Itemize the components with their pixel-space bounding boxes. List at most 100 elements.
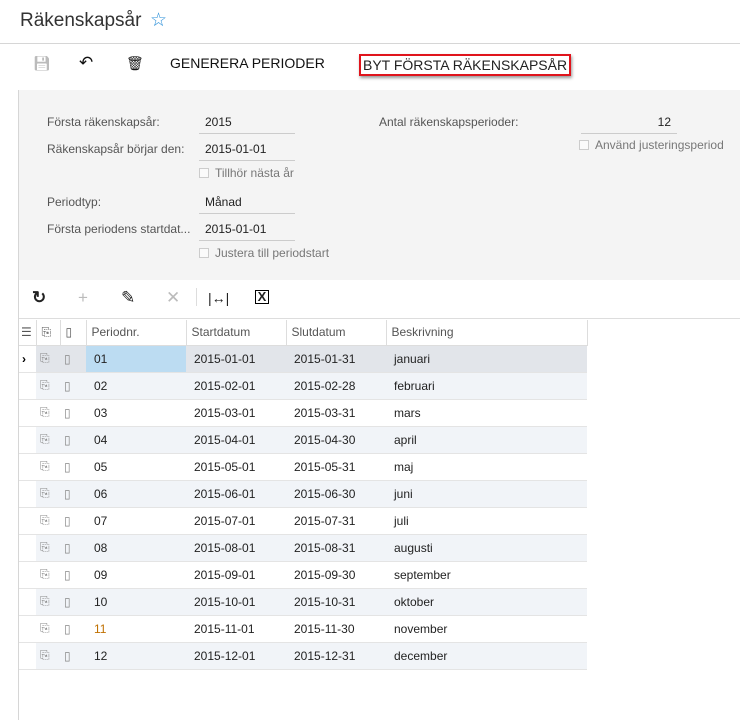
cell-periodnr[interactable]: 02 — [86, 372, 186, 400]
cell-periodnr[interactable]: 01 — [86, 345, 186, 373]
table-row[interactable]: ⎘ ▯ 10 2015-10-01 2015-10-31 oktober — [19, 588, 587, 616]
row-selector[interactable] — [19, 642, 36, 670]
cell-slutdatum[interactable]: 2015-12-31 — [286, 642, 386, 670]
cell-startdatum[interactable]: 2015-12-01 — [186, 642, 286, 670]
note-icon[interactable]: ▯ — [60, 615, 86, 643]
table-row[interactable]: ⎘ ▯ 03 2015-03-01 2015-03-31 mars — [19, 399, 587, 427]
cell-periodnr[interactable]: 07 — [86, 507, 186, 535]
attachment-icon[interactable]: ⎘ — [36, 507, 60, 535]
cell-periodnr[interactable]: 08 — [86, 534, 186, 562]
cell-beskrivning[interactable]: september — [386, 561, 587, 589]
cell-beskrivning[interactable]: december — [386, 642, 587, 670]
cell-beskrivning[interactable]: maj — [386, 453, 587, 481]
row-selector[interactable] — [19, 453, 36, 481]
table-row[interactable]: ⎘ ▯ 06 2015-06-01 2015-06-30 juni — [19, 480, 587, 508]
note-icon[interactable]: ▯ — [60, 399, 86, 427]
favorite-star-icon[interactable]: ☆ — [150, 9, 167, 32]
save-icon[interactable]: 💾︎ — [33, 55, 51, 72]
cell-startdatum[interactable]: 2015-02-01 — [186, 372, 286, 400]
table-row[interactable]: ⎘ ▯ 11 2015-11-01 2015-11-30 november — [19, 615, 587, 643]
cell-beskrivning[interactable]: mars — [386, 399, 587, 427]
attachment-icon[interactable]: ⎘ — [36, 588, 60, 616]
cell-slutdatum[interactable]: 2015-08-31 — [286, 534, 386, 562]
attachment-icon[interactable]: ⎘ — [36, 615, 60, 643]
cell-slutdatum[interactable]: 2015-04-30 — [286, 426, 386, 454]
row-selector[interactable] — [19, 588, 36, 616]
first-year-field[interactable]: 2015 — [199, 115, 295, 134]
cell-slutdatum[interactable]: 2015-01-31 — [286, 345, 386, 373]
note-icon[interactable]: ▯ — [60, 588, 86, 616]
attachment-icon[interactable]: ⎘ — [36, 561, 60, 589]
edit-icon[interactable]: ✎ — [121, 288, 135, 308]
cell-periodnr[interactable]: 03 — [86, 399, 186, 427]
row-selector[interactable] — [19, 561, 36, 589]
cell-startdatum[interactable]: 2015-08-01 — [186, 534, 286, 562]
cell-beskrivning[interactable]: april — [386, 426, 587, 454]
table-row[interactable]: › ⎘ ▯ 01 2015-01-01 2015-01-31 januari — [19, 345, 587, 373]
note-icon[interactable]: ▯ — [60, 480, 86, 508]
cell-startdatum[interactable]: 2015-01-01 — [186, 345, 286, 373]
attachment-icon[interactable]: ⎘ — [36, 642, 60, 670]
table-row[interactable]: ⎘ ▯ 08 2015-08-01 2015-08-31 augusti — [19, 534, 587, 562]
note-icon[interactable]: ▯ — [60, 426, 86, 454]
delete-icon[interactable]: 🗑︎ — [126, 55, 144, 72]
cell-beskrivning[interactable]: juli — [386, 507, 587, 535]
table-row[interactable]: ⎘ ▯ 04 2015-04-01 2015-04-30 april — [19, 426, 587, 454]
add-icon[interactable]: + — [78, 288, 88, 308]
note-icon[interactable]: ▯ — [60, 507, 86, 535]
undo-icon[interactable]: ↶ — [79, 53, 93, 73]
delete-row-icon[interactable]: ✕ — [166, 288, 180, 308]
attachment-icon[interactable]: ⎘ — [36, 534, 60, 562]
column-header-startdatum[interactable]: Startdatum — [186, 320, 287, 346]
table-row[interactable]: ⎘ ▯ 02 2015-02-01 2015-02-28 februari — [19, 372, 587, 400]
cell-beskrivning[interactable]: augusti — [386, 534, 587, 562]
cell-slutdatum[interactable]: 2015-02-28 — [286, 372, 386, 400]
cell-slutdatum[interactable]: 2015-06-30 — [286, 480, 386, 508]
generate-periods-button[interactable]: GENERERA PERIODER — [170, 55, 325, 71]
attachment-icon[interactable]: ⎘ — [36, 345, 60, 373]
row-selector-header-icon[interactable]: ☰ — [19, 320, 37, 346]
num-periods-field[interactable]: 12 — [581, 115, 677, 134]
cell-slutdatum[interactable]: 2015-03-31 — [286, 399, 386, 427]
cell-startdatum[interactable]: 2015-09-01 — [186, 561, 286, 589]
note-icon[interactable]: ▯ — [60, 372, 86, 400]
note-icon[interactable]: ▯ — [60, 642, 86, 670]
cell-beskrivning[interactable]: februari — [386, 372, 587, 400]
cell-slutdatum[interactable]: 2015-10-31 — [286, 588, 386, 616]
table-row[interactable]: ⎘ ▯ 07 2015-07-01 2015-07-31 juli — [19, 507, 587, 535]
cell-periodnr[interactable]: 06 — [86, 480, 186, 508]
row-selector[interactable] — [19, 507, 36, 535]
first-period-start-field[interactable]: 2015-01-01 — [199, 222, 295, 241]
attachment-icon[interactable]: ⎘ — [36, 480, 60, 508]
cell-startdatum[interactable]: 2015-06-01 — [186, 480, 286, 508]
row-selector[interactable]: › — [19, 345, 36, 373]
period-type-select[interactable]: Månad — [199, 195, 295, 214]
column-header-slutdatum[interactable]: Slutdatum — [286, 320, 387, 346]
cell-startdatum[interactable]: 2015-07-01 — [186, 507, 286, 535]
table-row[interactable]: ⎘ ▯ 05 2015-05-01 2015-05-31 maj — [19, 453, 587, 481]
row-selector[interactable] — [19, 399, 36, 427]
column-header-periodnr[interactable]: Periodnr. — [86, 320, 187, 346]
fit-columns-icon[interactable]: |↔| — [208, 290, 229, 306]
adjust-to-period-start-checkbox[interactable]: Justera till periodstart — [199, 246, 329, 260]
cell-slutdatum[interactable]: 2015-09-30 — [286, 561, 386, 589]
row-selector[interactable] — [19, 615, 36, 643]
table-row[interactable]: ⎘ ▯ 12 2015-12-01 2015-12-31 december — [19, 642, 587, 670]
cell-beskrivning[interactable]: oktober — [386, 588, 587, 616]
cell-periodnr[interactable]: 10 — [86, 588, 186, 616]
cell-periodnr[interactable]: 11 — [86, 615, 186, 643]
cell-startdatum[interactable]: 2015-11-01 — [186, 615, 286, 643]
cell-beskrivning[interactable]: januari — [386, 345, 587, 373]
cell-beskrivning[interactable]: november — [386, 615, 587, 643]
export-excel-icon[interactable]: X — [255, 290, 269, 304]
cell-beskrivning[interactable]: juni — [386, 480, 587, 508]
cell-periodnr[interactable]: 05 — [86, 453, 186, 481]
note-icon[interactable]: ▯ — [60, 345, 86, 373]
note-icon[interactable]: ▯ — [60, 534, 86, 562]
cell-startdatum[interactable]: 2015-05-01 — [186, 453, 286, 481]
cell-periodnr[interactable]: 09 — [86, 561, 186, 589]
cell-slutdatum[interactable]: 2015-07-31 — [286, 507, 386, 535]
cell-periodnr[interactable]: 04 — [86, 426, 186, 454]
column-header-beskrivning[interactable]: Beskrivning — [386, 320, 588, 346]
attachment-icon[interactable]: ⎘ — [36, 453, 60, 481]
